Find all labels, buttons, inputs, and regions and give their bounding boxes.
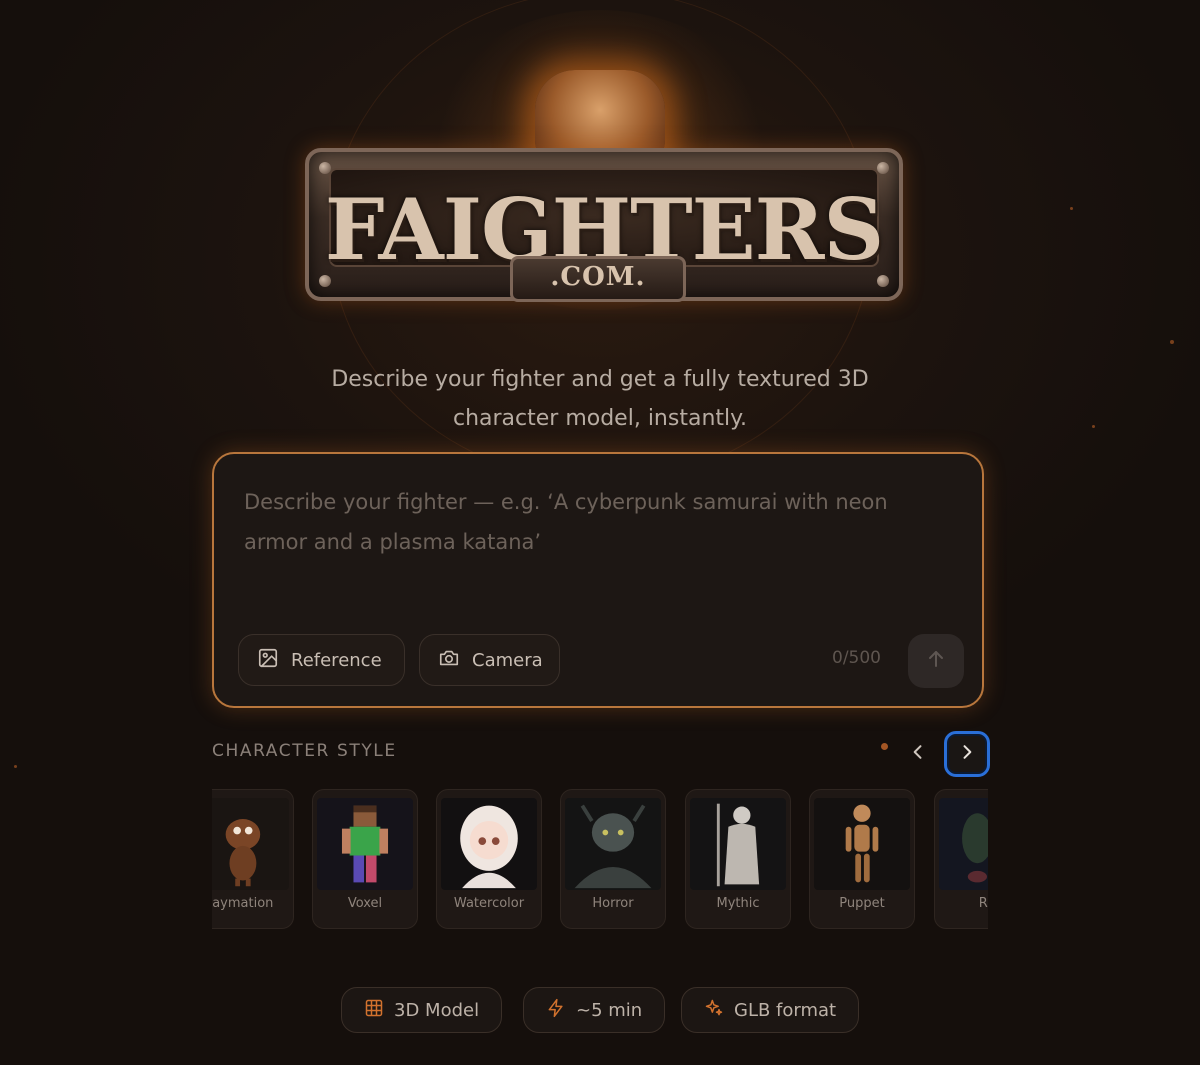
style-card-label: Re: [978, 896, 988, 911]
style-card-label: laymation: [212, 896, 274, 911]
puppet-thumbnail: [814, 798, 910, 890]
style-card-label: Voxel: [347, 896, 383, 911]
chevron-right-icon: [957, 742, 977, 766]
horror-thumbnail: [565, 798, 661, 890]
ember: [14, 765, 17, 768]
sparkles-icon: [704, 998, 724, 1023]
arrow-up-icon: [924, 647, 948, 675]
badge-label: ~5 min: [576, 999, 643, 1021]
fighter-description-input[interactable]: [244, 482, 956, 592]
badge-glb-format: GLB format: [681, 987, 860, 1033]
voxel-thumbnail: [317, 798, 413, 890]
style-card-partial[interactable]: Re: [934, 789, 988, 929]
lightning-icon: [546, 998, 566, 1023]
carousel-prev-button[interactable]: [900, 736, 936, 772]
carousel-next-button[interactable]: [944, 731, 990, 777]
tagline: Describe your fighter and get a fully te…: [331, 367, 869, 431]
grid-icon: [364, 998, 384, 1023]
partial-thumbnail: [939, 798, 988, 890]
chevron-left-icon: [908, 742, 928, 766]
mythic-thumbnail: [690, 798, 786, 890]
badge-duration: ~5 min: [523, 987, 666, 1033]
ember: [881, 743, 888, 750]
character-counter: 0/500: [832, 648, 881, 668]
style-card-label: Watercolor: [453, 896, 525, 911]
camera-button[interactable]: Camera: [419, 634, 560, 686]
reference-label: Reference: [291, 649, 382, 671]
character-style-heading: CHARACTER STYLE: [212, 741, 397, 761]
style-card-horror[interactable]: Horror: [560, 789, 666, 929]
ember: [1070, 207, 1073, 210]
watercolor-thumbnail: [441, 798, 537, 890]
badge-3d-model: 3D Model: [341, 987, 503, 1033]
logo-domain: .COM.: [510, 256, 686, 302]
badge-label: GLB format: [734, 999, 837, 1021]
rivet: [877, 162, 889, 174]
faighters-logo: FAIGHTERS .COM.: [300, 10, 903, 310]
claymation-thumbnail: [212, 798, 289, 890]
camera-icon: [438, 647, 460, 674]
prompt-box: Reference Camera 0/500: [212, 452, 984, 708]
submit-button[interactable]: [908, 634, 964, 688]
style-card-label: Horror: [592, 896, 634, 911]
style-card-puppet[interactable]: Puppet: [809, 789, 915, 929]
style-card-claymation[interactable]: laymation: [212, 789, 294, 929]
style-card-mythic[interactable]: Mythic: [685, 789, 791, 929]
style-card-voxel[interactable]: Voxel: [312, 789, 418, 929]
style-card-label: Puppet: [839, 896, 885, 911]
character-style-carousel: laymation Voxel Watercolor Horror Mythic…: [212, 789, 988, 931]
ember: [1170, 340, 1174, 344]
badge-label: 3D Model: [394, 999, 480, 1021]
ember: [1092, 425, 1095, 428]
reference-button[interactable]: Reference: [238, 634, 405, 686]
camera-label: Camera: [472, 649, 543, 671]
style-card-watercolor[interactable]: Watercolor: [436, 789, 542, 929]
rivet: [319, 162, 331, 174]
style-card-label: Mythic: [716, 896, 760, 911]
image-icon: [257, 647, 279, 674]
